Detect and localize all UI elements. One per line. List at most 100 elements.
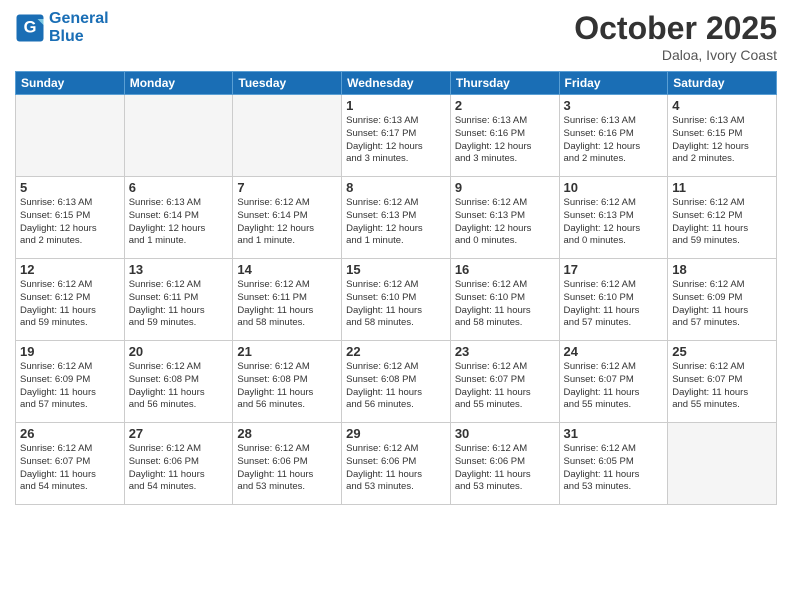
day-cell: 7Sunrise: 6:12 AM Sunset: 6:14 PM Daylig… xyxy=(233,177,342,259)
day-number: 13 xyxy=(129,262,229,277)
weekday-header-friday: Friday xyxy=(559,72,668,95)
day-number: 30 xyxy=(455,426,555,441)
day-cell: 2 Sunrise: 6:13 AM Sunset: 6:16 PM Daylig… xyxy=(450,95,559,177)
title-block: October 2025 Daloa, Ivory Coast xyxy=(574,10,777,63)
logo-icon: G xyxy=(15,13,45,43)
day-cell: 5 Sunrise: 6:13 AM Sunset: 6:15 PM Daylig… xyxy=(16,177,125,259)
day-cell: 24Sunrise: 6:12 AM Sunset: 6:07 PM Dayli… xyxy=(559,341,668,423)
day-cell: 13 Sunrise: 6:12 AM Sunset: 6:11 PM Dayli… xyxy=(124,259,233,341)
day-cell: 4 Sunrise: 6:13 AM Sunset: 6:15 PM Daylig… xyxy=(668,95,777,177)
day-cell: 25 Sunrise: 6:12 AM Sunset: 6:07 PM Dayli… xyxy=(668,341,777,423)
day-cell xyxy=(233,95,342,177)
day-number: 17 xyxy=(564,262,664,277)
day-number: 4 xyxy=(672,98,772,113)
day-cell: 3Sunrise: 6:13 AM Sunset: 6:16 PM Daylig… xyxy=(559,95,668,177)
day-number: 16 xyxy=(455,262,555,277)
week-row-0: 1 Sunrise: 6:13 AM Sunset: 6:17 PM Daylig… xyxy=(16,95,777,177)
day-cell: 29 Sunrise: 6:12 AM Sunset: 6:06 PM Dayli… xyxy=(342,423,451,505)
calendar: SundayMondayTuesdayWednesdayThursdayFrid… xyxy=(15,71,777,505)
day-cell: 14 Sunrise: 6:12 AM Sunset: 6:11 PM Dayli… xyxy=(233,259,342,341)
weekday-header-saturday: Saturday xyxy=(668,72,777,95)
day-info: Sunrise: 6:12 AM Sunset: 6:06 PM Dayligh… xyxy=(455,443,555,494)
day-number: 20 xyxy=(129,344,229,359)
day-number: 5 xyxy=(20,180,120,195)
day-cell: 20 Sunrise: 6:12 AM Sunset: 6:08 PM Dayli… xyxy=(124,341,233,423)
logo-text: General Blue xyxy=(49,10,109,46)
day-cell: 8Sunrise: 6:12 AM Sunset: 6:13 PM Daylig… xyxy=(342,177,451,259)
day-number: 31 xyxy=(564,426,664,441)
day-info: Sunrise: 6:12 AM Sunset: 6:05 PM Dayligh… xyxy=(564,443,664,494)
day-info: Sunrise: 6:12 AM Sunset: 6:06 PM Dayligh… xyxy=(129,443,229,494)
day-cell: 31 Sunrise: 6:12 AM Sunset: 6:05 PM Dayli… xyxy=(559,423,668,505)
day-info: Sunrise: 6:12 AM Sunset: 6:13 PM Dayligh… xyxy=(455,197,555,248)
day-number: 14 xyxy=(237,262,337,277)
day-number: 27 xyxy=(129,426,229,441)
day-cell: 15 Sunrise: 6:12 AM Sunset: 6:10 PM Dayli… xyxy=(342,259,451,341)
header: G General Blue October 2025 Daloa, Ivory… xyxy=(15,10,777,63)
day-cell xyxy=(668,423,777,505)
day-number: 9 xyxy=(455,180,555,195)
day-info: Sunrise: 6:12 AM Sunset: 6:06 PM Dayligh… xyxy=(346,443,446,494)
day-info: Sunrise: 6:12 AM Sunset: 6:09 PM Dayligh… xyxy=(672,279,772,330)
day-info: Sunrise: 6:12 AM Sunset: 6:07 PM Dayligh… xyxy=(455,361,555,412)
day-number: 24 xyxy=(564,344,664,359)
day-cell: 10 Sunrise: 6:12 AM Sunset: 6:13 PM Dayli… xyxy=(559,177,668,259)
day-info: Sunrise: 6:12 AM Sunset: 6:08 PM Dayligh… xyxy=(129,361,229,412)
day-number: 2 xyxy=(455,98,555,113)
day-info: Sunrise: 6:12 AM Sunset: 6:12 PM Dayligh… xyxy=(20,279,120,330)
day-number: 11 xyxy=(672,180,772,195)
svg-text:G: G xyxy=(24,19,37,37)
day-number: 1 xyxy=(346,98,446,113)
day-info: Sunrise: 6:12 AM Sunset: 6:10 PM Dayligh… xyxy=(346,279,446,330)
week-row-3: 19Sunrise: 6:12 AM Sunset: 6:09 PM Dayli… xyxy=(16,341,777,423)
day-info: Sunrise: 6:13 AM Sunset: 6:15 PM Dayligh… xyxy=(672,115,772,166)
day-cell: 23 Sunrise: 6:12 AM Sunset: 6:07 PM Dayli… xyxy=(450,341,559,423)
day-number: 12 xyxy=(20,262,120,277)
day-cell: 9 Sunrise: 6:12 AM Sunset: 6:13 PM Daylig… xyxy=(450,177,559,259)
day-number: 29 xyxy=(346,426,446,441)
day-number: 15 xyxy=(346,262,446,277)
logo: G General Blue xyxy=(15,10,109,46)
location: Daloa, Ivory Coast xyxy=(574,47,777,63)
weekday-header-row: SundayMondayTuesdayWednesdayThursdayFrid… xyxy=(16,72,777,95)
weekday-header-tuesday: Tuesday xyxy=(233,72,342,95)
day-cell: 11Sunrise: 6:12 AM Sunset: 6:12 PM Dayli… xyxy=(668,177,777,259)
week-row-1: 5 Sunrise: 6:13 AM Sunset: 6:15 PM Daylig… xyxy=(16,177,777,259)
day-number: 18 xyxy=(672,262,772,277)
day-cell xyxy=(124,95,233,177)
day-info: Sunrise: 6:13 AM Sunset: 6:14 PM Dayligh… xyxy=(129,197,229,248)
week-row-2: 12 Sunrise: 6:12 AM Sunset: 6:12 PM Dayli… xyxy=(16,259,777,341)
day-info: Sunrise: 6:13 AM Sunset: 6:16 PM Dayligh… xyxy=(455,115,555,166)
day-info: Sunrise: 6:12 AM Sunset: 6:08 PM Dayligh… xyxy=(346,361,446,412)
day-info: Sunrise: 6:12 AM Sunset: 6:09 PM Dayligh… xyxy=(20,361,120,412)
day-info: Sunrise: 6:13 AM Sunset: 6:15 PM Dayligh… xyxy=(20,197,120,248)
weekday-header-sunday: Sunday xyxy=(16,72,125,95)
day-number: 26 xyxy=(20,426,120,441)
day-cell: 12 Sunrise: 6:12 AM Sunset: 6:12 PM Dayli… xyxy=(16,259,125,341)
day-number: 10 xyxy=(564,180,664,195)
day-number: 3 xyxy=(564,98,664,113)
day-number: 25 xyxy=(672,344,772,359)
week-row-4: 26 Sunrise: 6:12 AM Sunset: 6:07 PM Dayli… xyxy=(16,423,777,505)
day-info: Sunrise: 6:12 AM Sunset: 6:13 PM Dayligh… xyxy=(564,197,664,248)
day-cell: 19Sunrise: 6:12 AM Sunset: 6:09 PM Dayli… xyxy=(16,341,125,423)
weekday-header-monday: Monday xyxy=(124,72,233,95)
day-cell: 16Sunrise: 6:12 AM Sunset: 6:10 PM Dayli… xyxy=(450,259,559,341)
day-cell: 21 Sunrise: 6:12 AM Sunset: 6:08 PM Dayli… xyxy=(233,341,342,423)
day-info: Sunrise: 6:12 AM Sunset: 6:07 PM Dayligh… xyxy=(20,443,120,494)
month-title: October 2025 xyxy=(574,10,777,47)
day-info: Sunrise: 6:12 AM Sunset: 6:08 PM Dayligh… xyxy=(237,361,337,412)
day-info: Sunrise: 6:13 AM Sunset: 6:17 PM Dayligh… xyxy=(346,115,446,166)
day-cell: 18 Sunrise: 6:12 AM Sunset: 6:09 PM Dayli… xyxy=(668,259,777,341)
day-info: Sunrise: 6:12 AM Sunset: 6:11 PM Dayligh… xyxy=(129,279,229,330)
day-cell: 1 Sunrise: 6:13 AM Sunset: 6:17 PM Daylig… xyxy=(342,95,451,177)
day-info: Sunrise: 6:12 AM Sunset: 6:11 PM Dayligh… xyxy=(237,279,337,330)
day-number: 21 xyxy=(237,344,337,359)
day-info: Sunrise: 6:12 AM Sunset: 6:07 PM Dayligh… xyxy=(672,361,772,412)
day-cell: 26 Sunrise: 6:12 AM Sunset: 6:07 PM Dayli… xyxy=(16,423,125,505)
day-number: 7 xyxy=(237,180,337,195)
day-info: Sunrise: 6:12 AM Sunset: 6:06 PM Dayligh… xyxy=(237,443,337,494)
day-cell xyxy=(16,95,125,177)
day-number: 23 xyxy=(455,344,555,359)
day-info: Sunrise: 6:12 AM Sunset: 6:10 PM Dayligh… xyxy=(564,279,664,330)
